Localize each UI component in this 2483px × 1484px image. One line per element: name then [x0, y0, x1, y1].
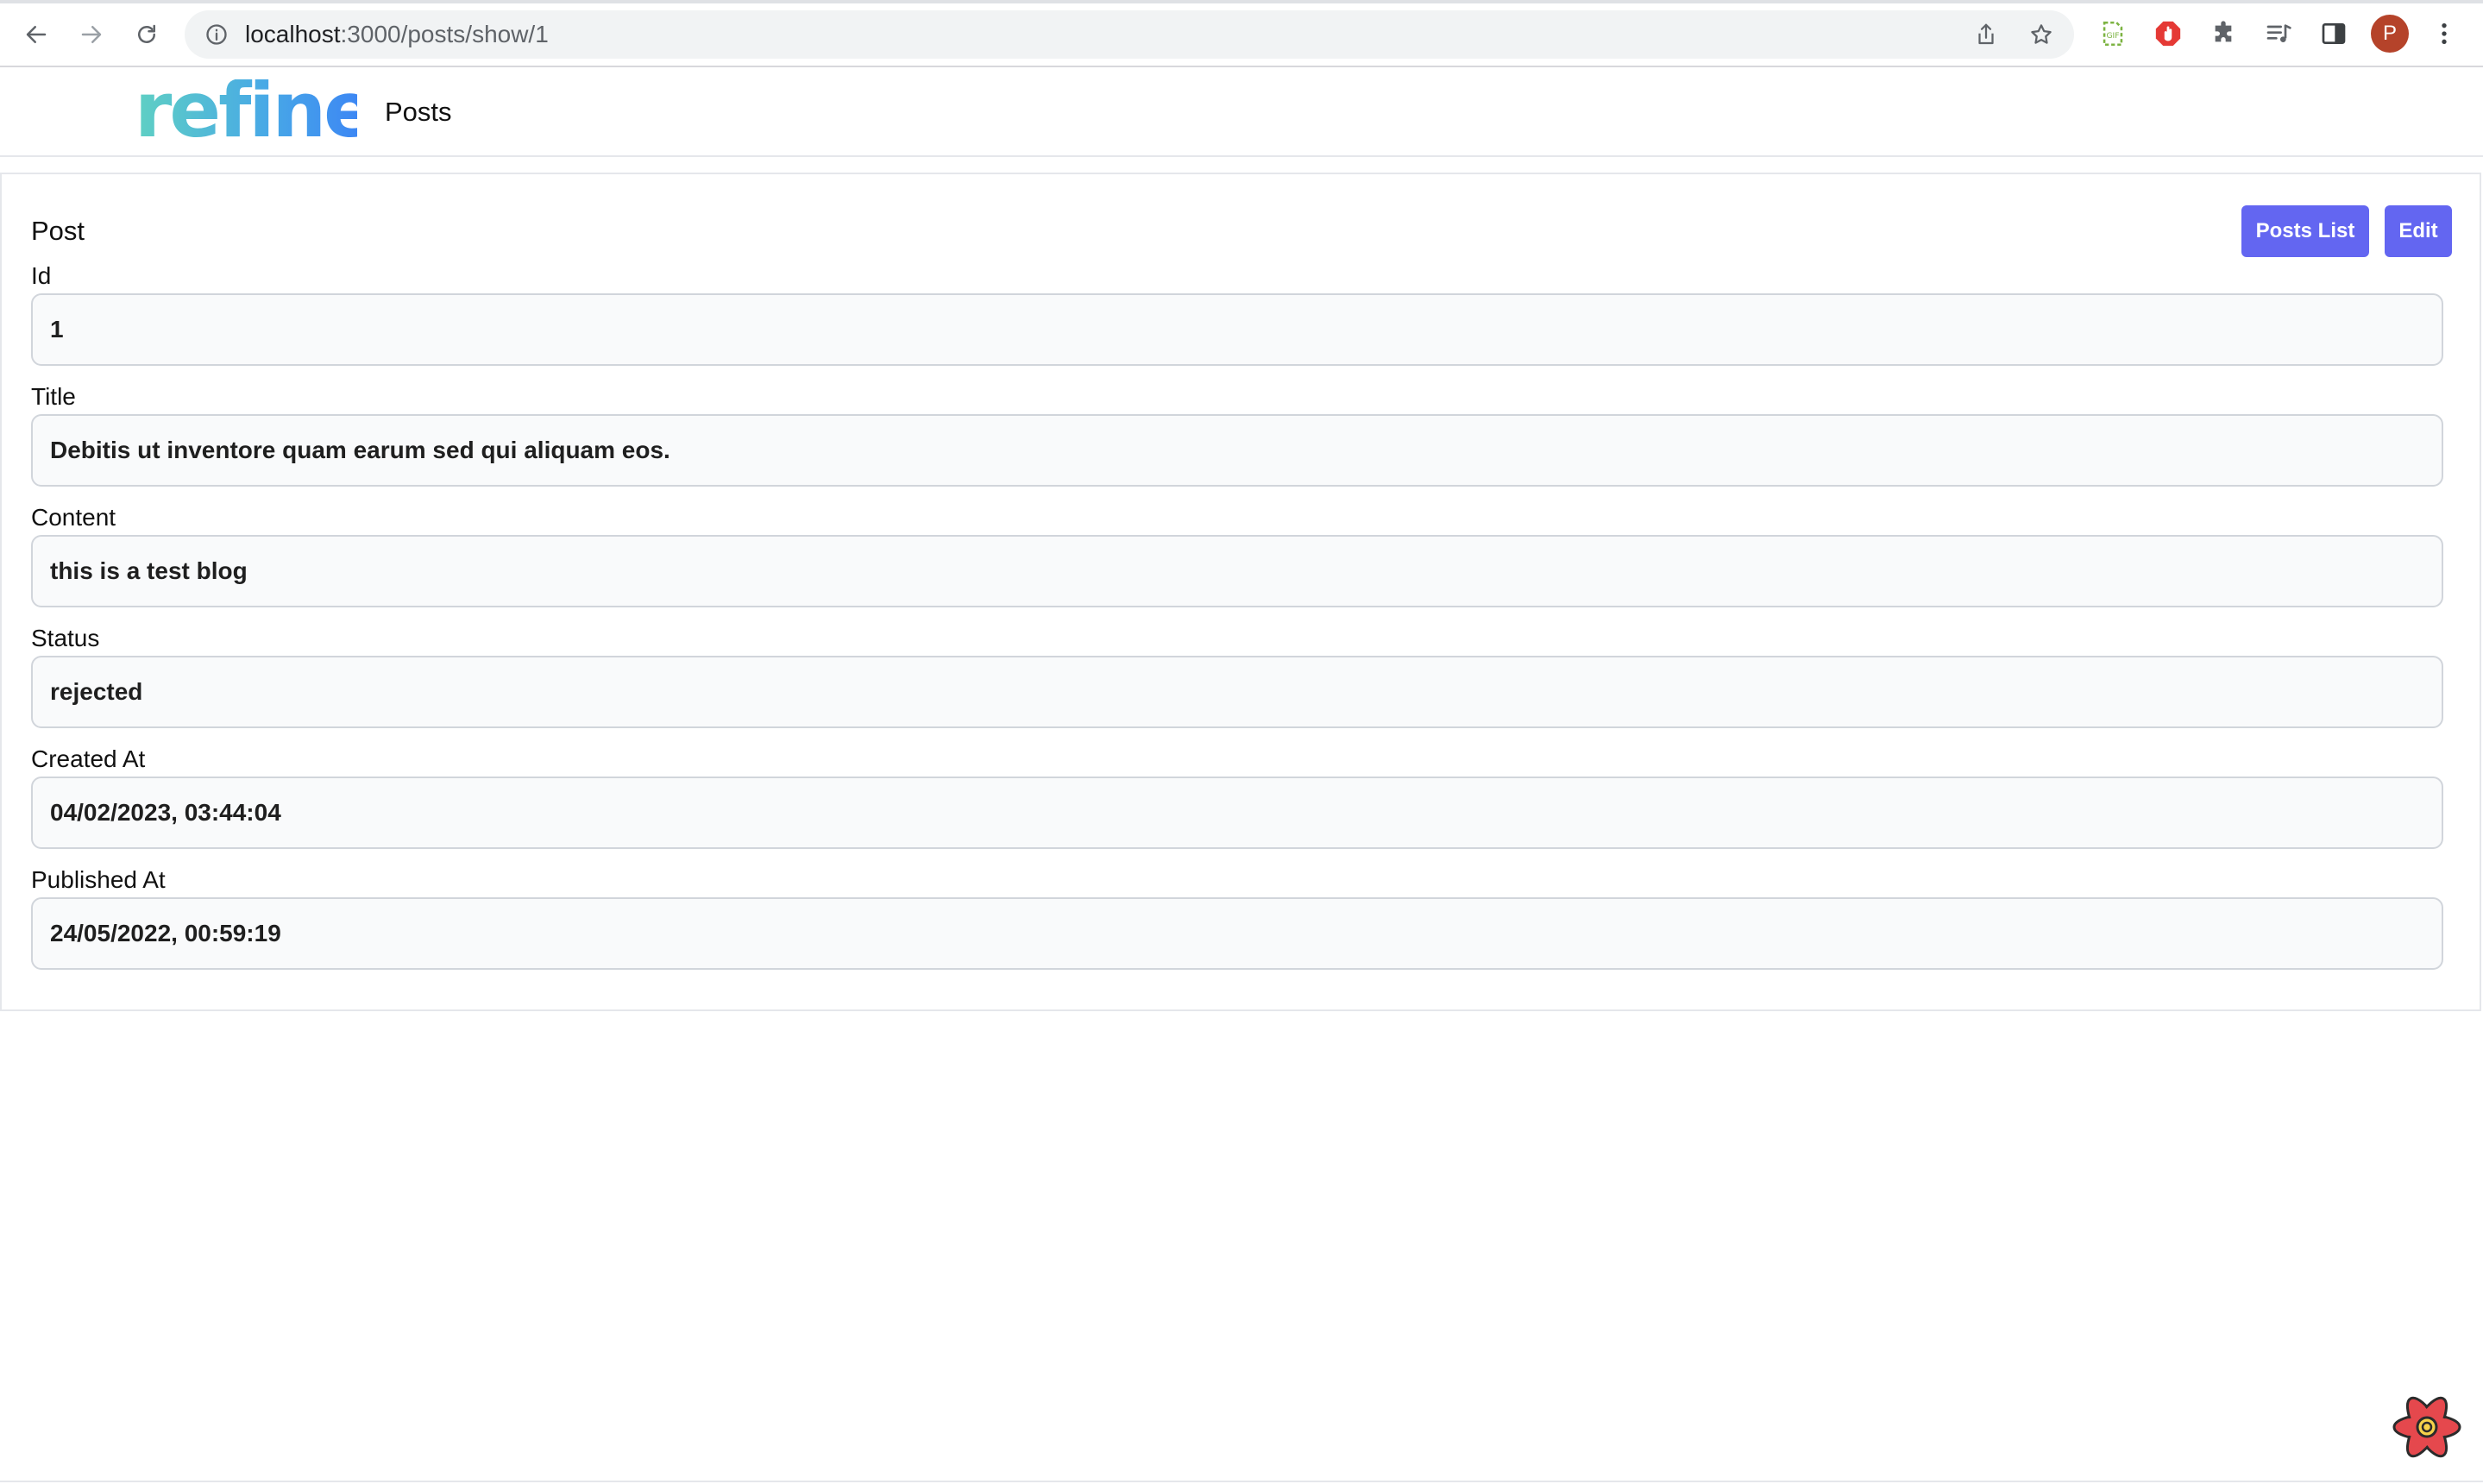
forward-icon — [81, 26, 102, 43]
star-icon[interactable] — [2026, 19, 2057, 50]
field-value-content: this is a test blog — [31, 535, 2443, 607]
app-header: refine Posts — [0, 66, 2483, 157]
tab-strip-edge — [0, 0, 2483, 3]
field-value-title: Debitis ut inventore quam earum sed qui … — [31, 414, 2443, 487]
info-icon[interactable] — [204, 22, 229, 47]
more-vertical-icon[interactable] — [2426, 16, 2462, 52]
url-host: localhost — [245, 21, 341, 47]
page-bottom-border — [0, 1481, 2483, 1482]
field-label-created-at: Created At — [31, 745, 146, 772]
logo-text: refine — [135, 79, 357, 147]
reload-button[interactable] — [129, 17, 164, 52]
url-text: localhost:3000/posts/show/1 — [245, 21, 549, 48]
field-value-created-at: 04/02/2023, 03:44:04 — [31, 777, 2443, 849]
media-queue-icon[interactable] — [2260, 16, 2297, 52]
avatar-letter: P — [2382, 22, 2397, 45]
post-show-card: Post Posts List Edit Id 1 Title Debitis … — [0, 173, 2481, 1011]
url-path: :3000/posts/show/1 — [340, 21, 549, 47]
edit-button[interactable]: Edit — [2385, 205, 2452, 257]
adblock-extension-icon[interactable] — [2150, 16, 2186, 52]
field-label-published-at: Published At — [31, 866, 166, 893]
posts-list-button[interactable]: Posts List — [2241, 205, 2369, 257]
share-icon[interactable] — [1971, 19, 2002, 50]
page-title: Post — [31, 216, 85, 246]
gif-extension-icon[interactable]: GIF — [2095, 16, 2131, 52]
nav-posts-link[interactable]: Posts — [385, 97, 452, 128]
back-button[interactable] — [19, 17, 53, 52]
side-panel-icon[interactable] — [2316, 16, 2352, 52]
field-value-published-at: 24/05/2022, 00:59:19 — [31, 897, 2443, 970]
field-value-status: rejected — [31, 656, 2443, 728]
field-label-content: Content — [31, 504, 116, 531]
browser-toolbar: localhost:3000/posts/show/1 GIF P — [0, 0, 2483, 67]
svg-text:GIF: GIF — [2106, 31, 2119, 41]
field-value-id: 1 — [31, 293, 2443, 366]
profile-avatar[interactable]: P — [2371, 15, 2409, 53]
field-label-title: Title — [31, 383, 76, 410]
back-icon — [26, 26, 47, 43]
forward-button[interactable] — [74, 17, 109, 52]
address-bar[interactable]: localhost:3000/posts/show/1 — [185, 10, 2074, 59]
field-label-status: Status — [31, 625, 100, 651]
field-label-id: Id — [31, 262, 52, 289]
puzzle-extensions-icon[interactable] — [2205, 16, 2241, 52]
devtools-react-icon[interactable] — [2390, 1393, 2464, 1462]
refine-logo[interactable]: refine — [133, 66, 375, 154]
reload-icon — [138, 24, 155, 43]
